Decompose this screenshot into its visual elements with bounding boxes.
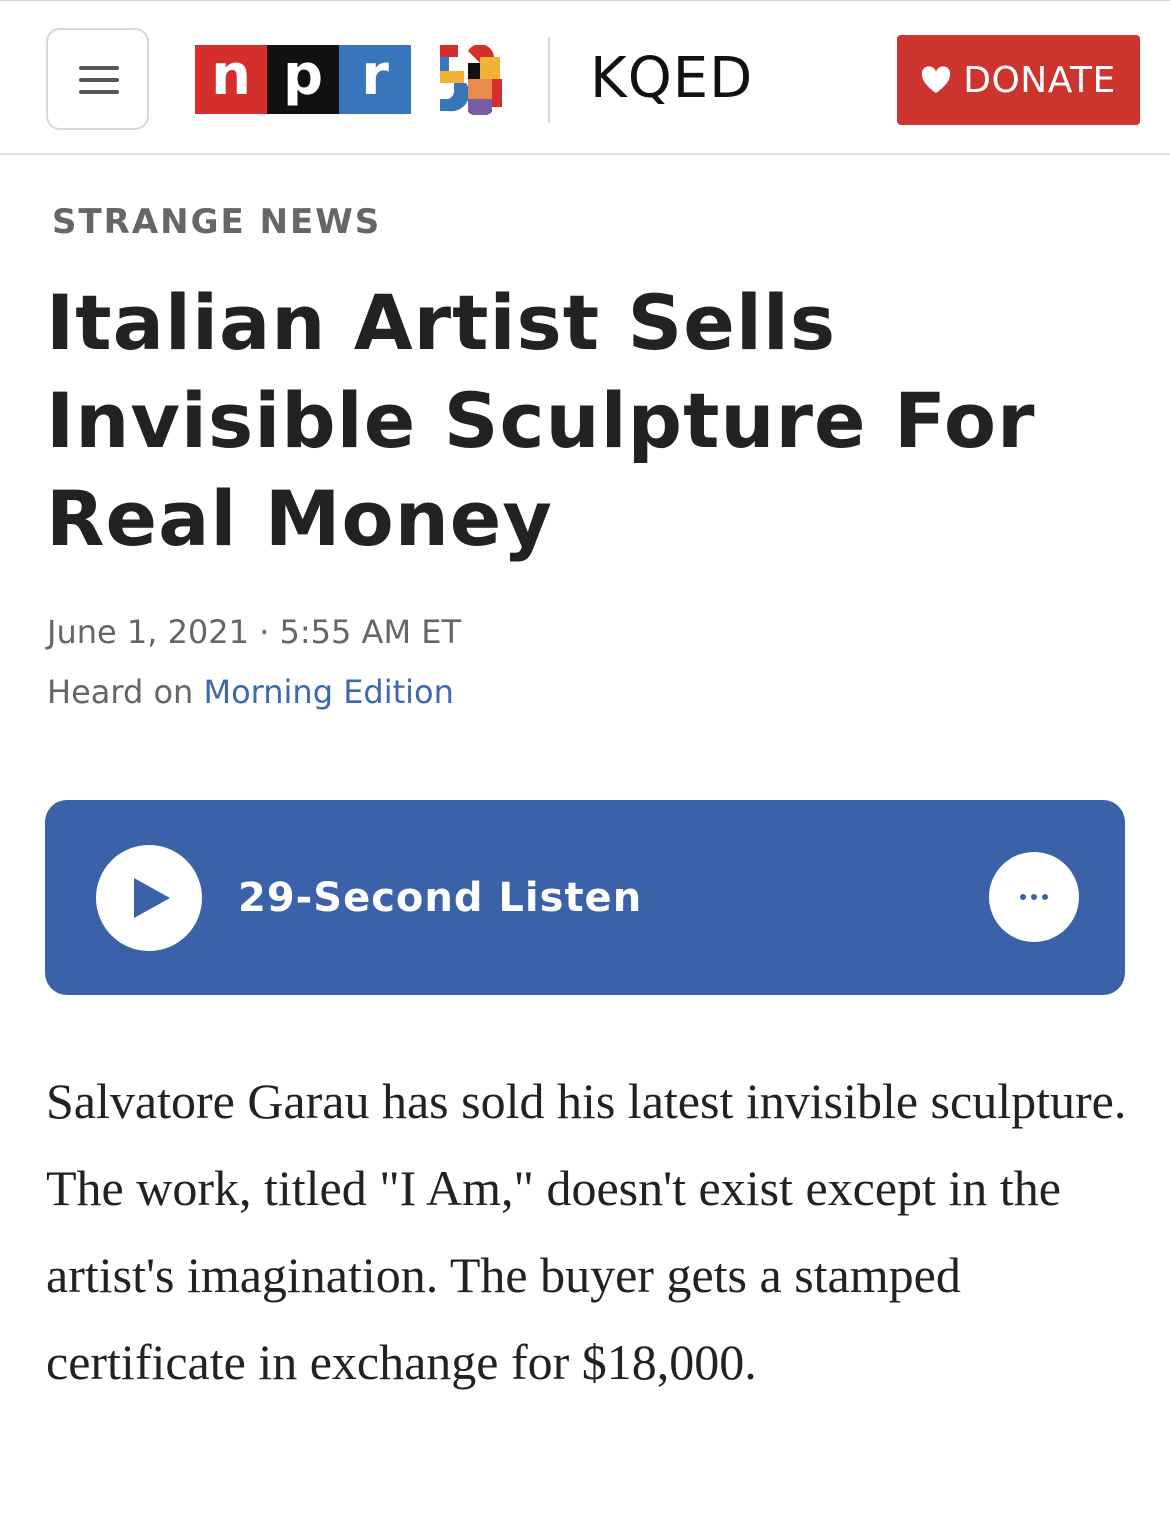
donate-button[interactable]: DONATE [897, 35, 1140, 125]
npr-logo-letter-p: p [267, 45, 339, 114]
header-divider [548, 37, 550, 123]
site-header: n p r KQED DONATE [0, 0, 1170, 155]
donate-label: DONATE [963, 59, 1116, 101]
station-name[interactable]: KQED [590, 45, 753, 113]
more-options-button[interactable] [989, 852, 1079, 942]
show-link[interactable]: Morning Edition [203, 673, 453, 711]
hamburger-menu-icon [79, 66, 119, 70]
audio-title[interactable]: 29-Second Listen [238, 872, 642, 924]
article-dateline: June 1, 2021 · 5:55 AM ET [47, 610, 461, 654]
heard-on-prefix: Heard on [47, 673, 204, 711]
menu-button[interactable] [46, 28, 149, 130]
play-icon [134, 878, 170, 918]
npr-logo-letter-r: r [339, 45, 411, 114]
section-label[interactable]: STRANGE NEWS [52, 202, 381, 242]
npr-logo[interactable]: n p r [195, 45, 411, 114]
article-body-paragraph: Salvatore Garau has sold his latest invi… [46, 1073, 1127, 1390]
play-button[interactable] [96, 845, 202, 951]
more-options-icon [1020, 894, 1026, 900]
npr-logo-letter-n: n [195, 45, 267, 114]
article-time: 5:55 AM ET [279, 613, 461, 651]
heard-on-line: Heard on Morning Edition [47, 670, 454, 714]
heart-icon [922, 66, 951, 93]
article-date: June 1, 2021 [47, 613, 249, 651]
npr-50th-anniversary-logo [440, 44, 504, 116]
dateline-separator: · [249, 613, 280, 651]
audio-player: 29-Second Listen [45, 800, 1125, 995]
article-headline: Italian Artist Sells Invisible Sculpture… [46, 278, 1036, 563]
